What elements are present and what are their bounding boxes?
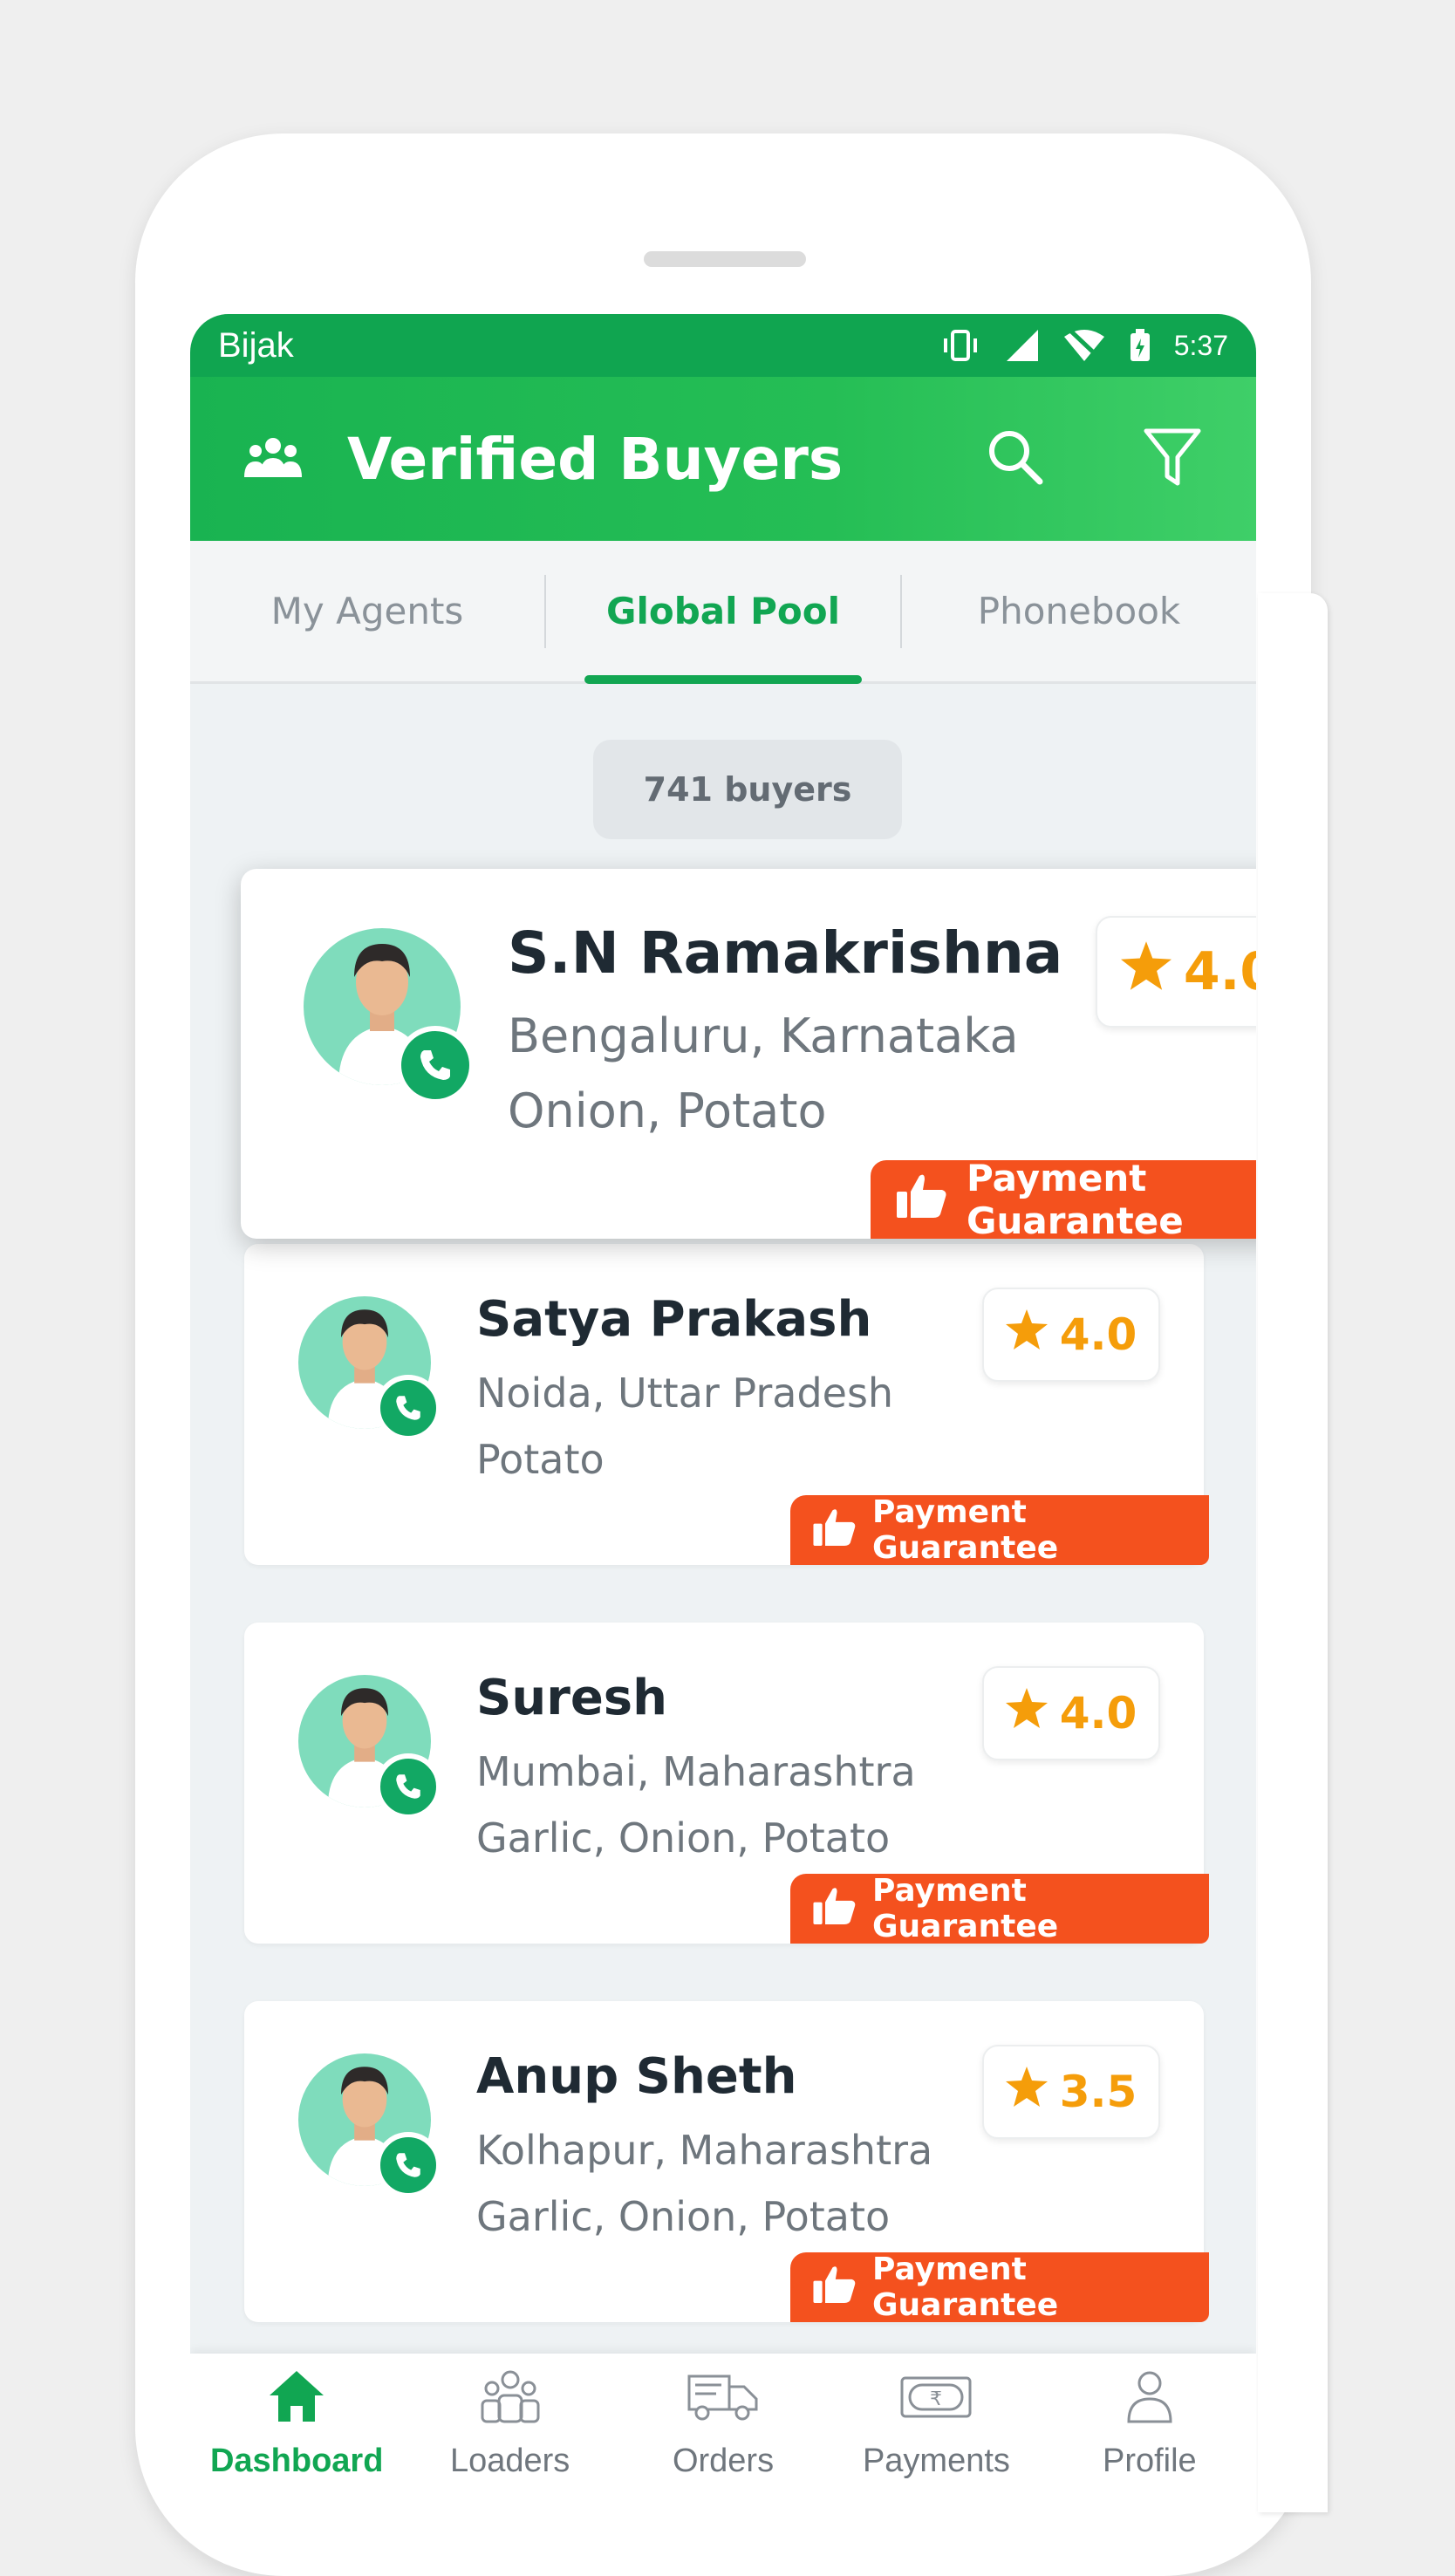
buyer-card[interactable]: Satya Prakash Noida, Uttar Pradesh Potat… [244, 1244, 1209, 1566]
rating-value: 4.0 [1059, 1309, 1137, 1360]
buyer-name: Anup Sheth [476, 2048, 797, 2105]
buyer-name: Satya Prakash [476, 1291, 872, 1348]
signal-icon [1005, 328, 1040, 363]
truck-icon [687, 2369, 760, 2432]
payment-guarantee-label: Payment Guarantee [872, 1873, 1059, 1944]
payment-guarantee-badge: Payment Guarantee [790, 2251, 1209, 2323]
payment-guarantee-badge: Payment Guarantee [790, 1873, 1209, 1944]
rating-badge: 4.0 [982, 1288, 1160, 1382]
thumbs-up-icon [813, 2265, 857, 2311]
clock-time: 5:37 [1173, 329, 1228, 361]
buyer-commodities: Garlic, Onion, Potato [476, 1814, 891, 1862]
nav-label: Profile [1102, 2443, 1197, 2479]
call-icon[interactable] [396, 1026, 475, 1104]
buyer-commodities: Onion, Potato [508, 1083, 827, 1138]
call-icon[interactable] [375, 1753, 441, 1820]
svg-text:₹: ₹ [930, 2388, 942, 2410]
page-title: Verified Buyers [347, 425, 844, 493]
nav-loaders[interactable]: Loaders [403, 2369, 616, 2480]
background-sheet [1258, 593, 1328, 2512]
payment-guarantee-label: Payment Guarantee [872, 2251, 1059, 2323]
star-icon [1005, 1309, 1048, 1360]
star-icon [1005, 2067, 1048, 2117]
thumbs-up-icon [897, 1172, 947, 1227]
payment-guarantee-badge: Payment Guarantee [790, 1494, 1209, 1566]
status-bar: Bijak 5:37 [190, 314, 1256, 377]
call-icon[interactable] [375, 2132, 441, 2198]
rating-value: 4.0 [1059, 1688, 1137, 1739]
battery-icon [1129, 328, 1151, 363]
nav-orders[interactable]: Orders [617, 2369, 830, 2480]
buyer-count-badge: 741 buyers [593, 740, 902, 839]
rating-value: 3.5 [1059, 2067, 1137, 2117]
tab-bar: My Agents Global Pool Phonebook [190, 541, 1256, 684]
buyer-commodities: Garlic, Onion, Potato [476, 2193, 891, 2240]
nav-label: Dashboard [209, 2443, 384, 2479]
people-icon [480, 2369, 541, 2432]
group-icon [244, 435, 302, 482]
app-screen: Bijak 5:37 Verified Buyers My Agents Glo… [190, 314, 1256, 2502]
payment-guarantee-label: Payment Guarantee [967, 1157, 1184, 1242]
payment-guarantee-label: Payment Guarantee [872, 1494, 1059, 1566]
buyer-location: Kolhapur, Maharashtra [476, 2127, 933, 2174]
thumbs-up-icon [813, 1507, 857, 1554]
tab-global-pool[interactable]: Global Pool [546, 541, 900, 684]
buyer-location: Mumbai, Maharashtra [476, 1748, 916, 1795]
rating-badge: 4.0 [1096, 916, 1256, 1028]
home-icon [268, 2369, 325, 2432]
tab-phonebook[interactable]: Phonebook [902, 541, 1256, 681]
buyer-commodities: Potato [476, 1436, 605, 1483]
buyer-name: S.N Ramakrishna [508, 919, 1063, 987]
tab-my-agents[interactable]: My Agents [190, 541, 544, 681]
payment-guarantee-badge: Payment Guarantee [871, 1157, 1256, 1242]
wifi-off-icon [1062, 328, 1106, 363]
vibrate-icon [939, 328, 982, 363]
rating-badge: 4.0 [982, 1666, 1160, 1760]
star-icon [1120, 940, 1172, 1003]
buyer-card[interactable]: Suresh Mumbai, Maharashtra Garlic, Onion… [244, 1623, 1209, 1944]
buyer-location: Noida, Uttar Pradesh [476, 1370, 894, 1417]
call-icon[interactable] [375, 1375, 441, 1441]
nav-profile[interactable]: Profile [1043, 2369, 1256, 2480]
buyer-name: Suresh [476, 1670, 667, 1726]
nav-label: Orders [672, 2443, 775, 2479]
app-bar: Verified Buyers [190, 377, 1256, 541]
nav-payments[interactable]: ₹ Payments [830, 2369, 1042, 2480]
rating-badge: 3.5 [982, 2045, 1160, 2139]
nav-label: Loaders [449, 2443, 570, 2479]
bottom-navigation: Dashboard Loaders Orders ₹ Payments Prof… [190, 2354, 1256, 2502]
person-icon [1125, 2369, 1174, 2432]
search-icon[interactable] [984, 426, 1047, 492]
buyer-card-featured[interactable]: S.N Ramakrishna Bengaluru, Karnataka Oni… [241, 869, 1256, 1242]
buyer-location: Bengaluru, Karnataka [508, 1008, 1019, 1063]
buyer-card[interactable]: Anup Sheth Kolhapur, Maharashtra Garlic,… [244, 2001, 1209, 2323]
nav-dashboard[interactable]: Dashboard [190, 2369, 403, 2480]
rating-value: 4.0 [1183, 941, 1256, 1002]
phone-speaker [644, 251, 806, 267]
filter-icon[interactable] [1143, 426, 1202, 492]
carrier-label: Bijak [218, 325, 294, 365]
thumbs-up-icon [813, 1886, 857, 1932]
star-icon [1005, 1688, 1048, 1739]
rupee-note-icon: ₹ [899, 2369, 973, 2432]
nav-label: Payments [862, 2443, 1010, 2479]
